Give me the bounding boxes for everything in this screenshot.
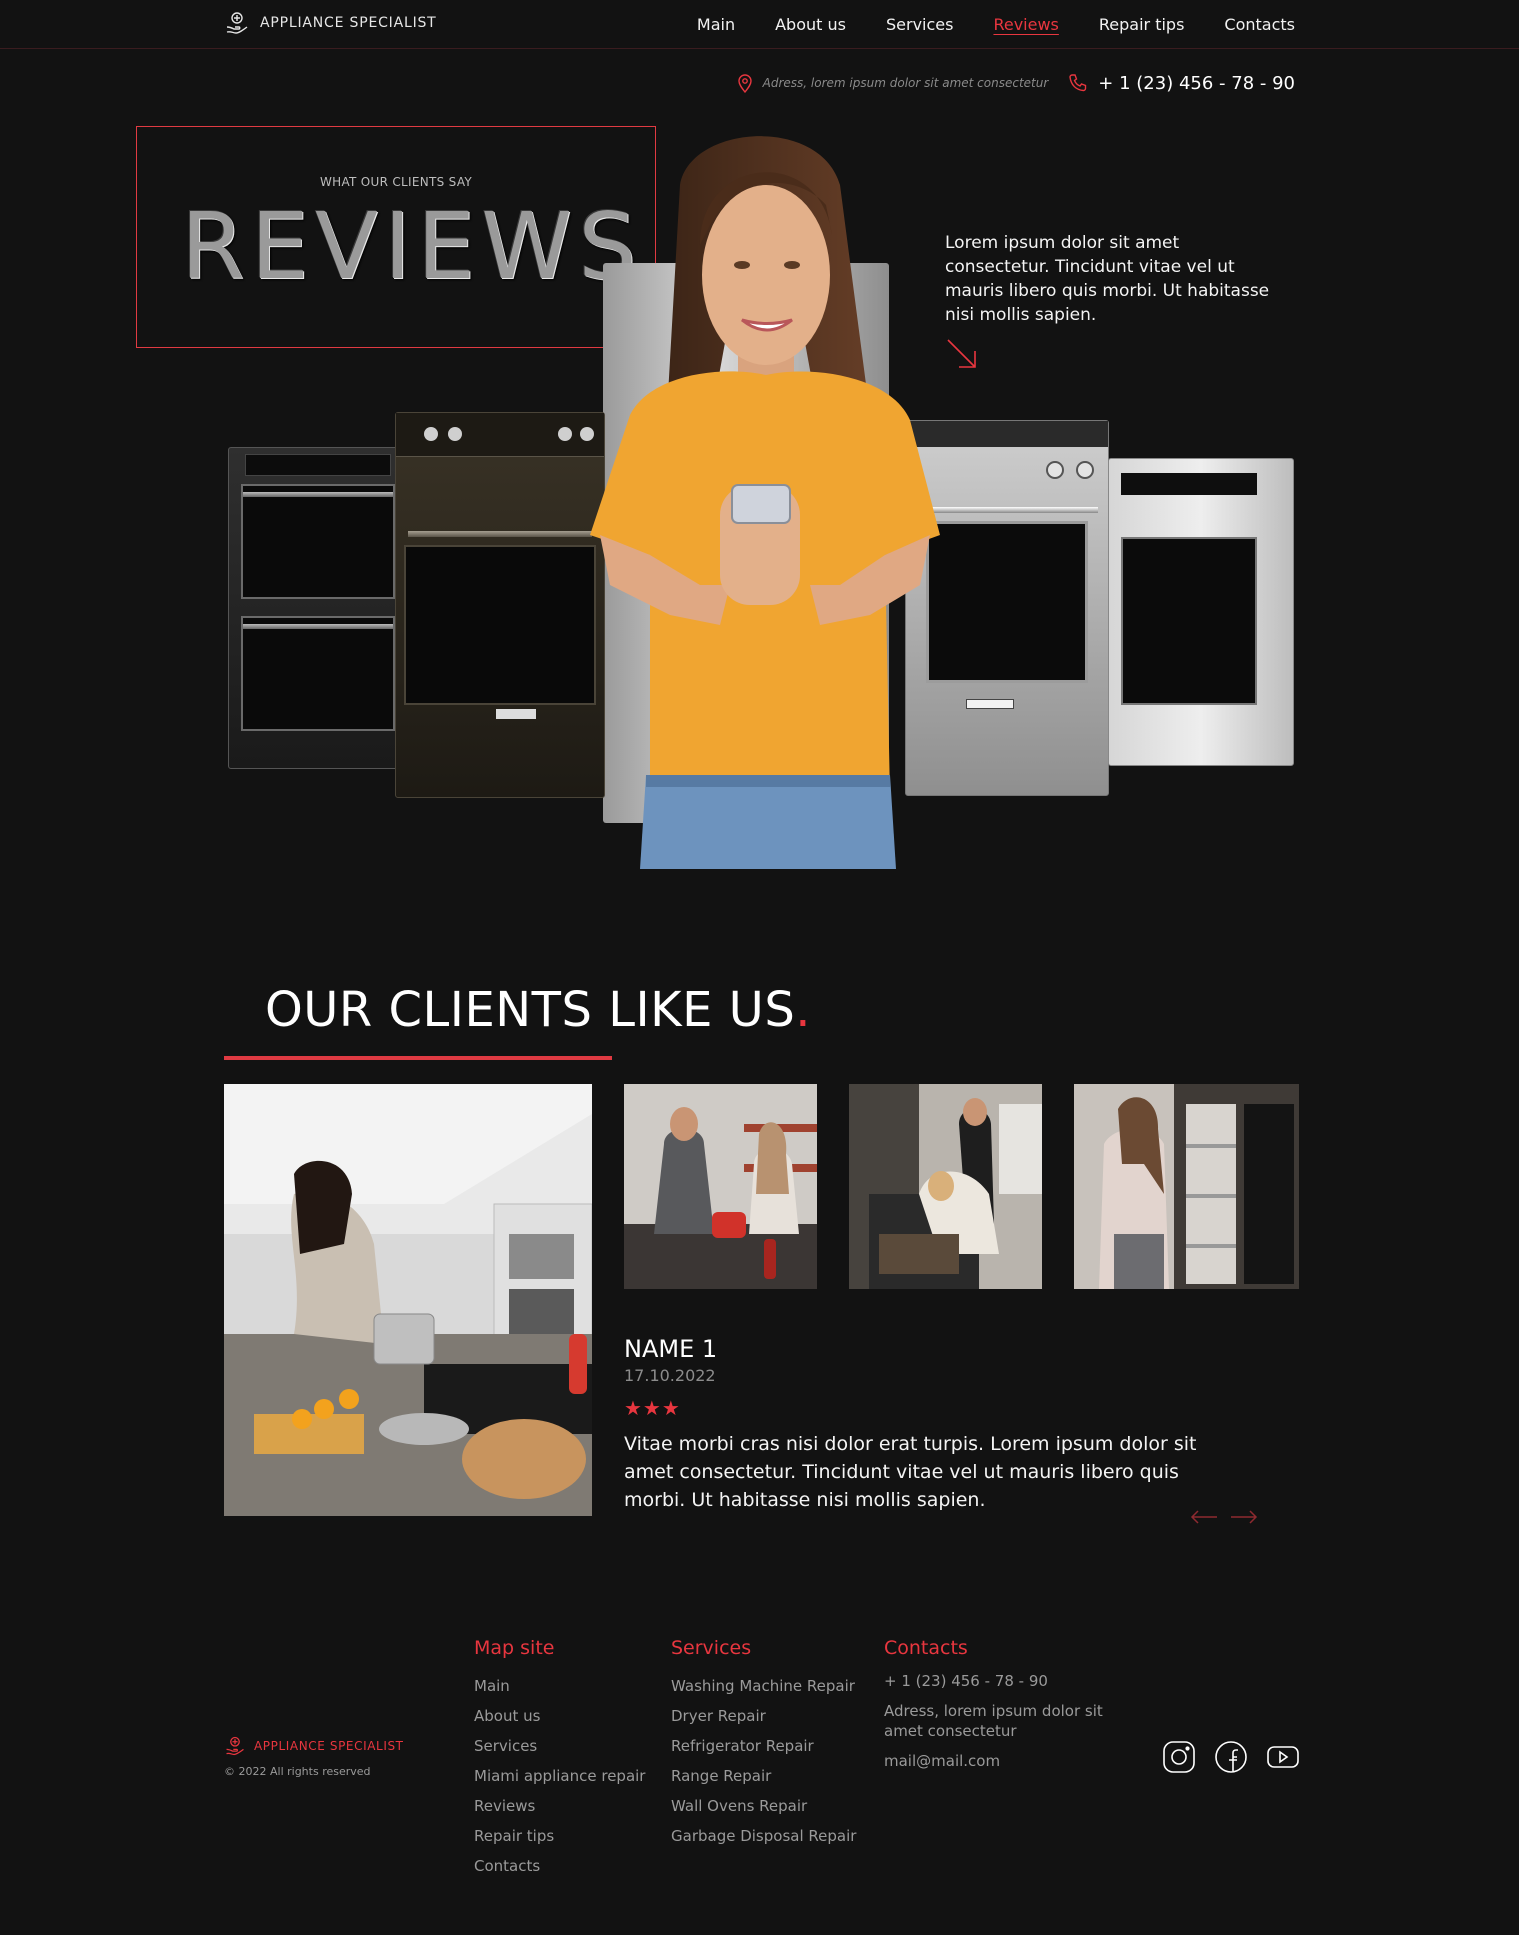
- hero-paragraph: Lorem ipsum dolor sit amet consectetur. …: [945, 233, 1270, 325]
- arrow-right-icon[interactable]: [1230, 1510, 1258, 1524]
- footer-copyright: © 2022 All rights reserved: [224, 1765, 371, 1778]
- review-rating-stars: ★★★: [624, 1396, 681, 1420]
- wall-oven-steel-image: [1108, 458, 1294, 766]
- header-address-text: Adress, lorem ipsum dolor sit amet conse…: [762, 76, 1049, 90]
- header-logo[interactable]: APPLIANCE SPECIALIST: [224, 10, 437, 36]
- clients-title-dot: .: [795, 982, 812, 1038]
- footer-address: Adress, lorem ipsum dolor sit amet conse…: [884, 1702, 1103, 1740]
- site-header: APPLIANCE SPECIALIST Main About us Servi…: [0, 0, 1519, 49]
- footer-service-link[interactable]: Range Repair: [671, 1761, 856, 1791]
- review-carousel-controls: [1190, 1510, 1258, 1524]
- youtube-icon[interactable]: [1266, 1740, 1300, 1774]
- footer-map-link[interactable]: Main: [474, 1671, 645, 1701]
- footer-email[interactable]: mail@mail.com: [884, 1751, 1134, 1771]
- nav-repair-tips[interactable]: Repair tips: [1099, 15, 1185, 34]
- footer-contacts: Contacts + 1 (23) 456 - 78 - 90 Adress, …: [884, 1637, 1134, 1781]
- logo-text: APPLIANCE SPECIALIST: [260, 15, 437, 31]
- footer-service-link[interactable]: Washing Machine Repair: [671, 1671, 856, 1701]
- header-phone-text: + 1 (23) 456 - 78 - 90: [1098, 72, 1295, 94]
- footer-map-title: Map site: [474, 1637, 555, 1659]
- location-pin-icon: [737, 74, 752, 93]
- footer-map-link[interactable]: Miami appliance repair: [474, 1761, 645, 1791]
- logo-hand-icon: [226, 12, 248, 34]
- social-links: [1162, 1740, 1300, 1774]
- nav-reviews[interactable]: Reviews: [993, 15, 1058, 34]
- arrow-left-icon[interactable]: [1190, 1510, 1218, 1524]
- clients-section-title: OUR CLIENTS LIKE US.: [265, 982, 811, 1038]
- facebook-icon[interactable]: [1214, 1740, 1248, 1774]
- nav-services[interactable]: Services: [886, 15, 953, 34]
- footer-map-link[interactable]: Contacts: [474, 1851, 645, 1881]
- footer-services-title: Services: [671, 1637, 752, 1659]
- phone-icon: [1069, 74, 1087, 92]
- footer-services: Services Washing Machine Repair Dryer Re…: [671, 1637, 856, 1851]
- review-author-name: NAME 1: [624, 1335, 718, 1363]
- footer-map-site: Map site Main About us Services Miami ap…: [474, 1637, 645, 1881]
- clients-title-text: OUR CLIENTS LIKE US: [265, 982, 796, 1038]
- contact-strip: Adress, lorem ipsum dolor sit amet conse…: [737, 70, 1295, 96]
- footer-logo[interactable]: APPLIANCE SPECIALIST: [224, 1735, 404, 1757]
- footer-map-link[interactable]: About us: [474, 1701, 645, 1731]
- footer-phone[interactable]: + 1 (23) 456 - 78 - 90: [884, 1671, 1134, 1691]
- clients-title-underline: [224, 1056, 612, 1060]
- footer-map-link[interactable]: Services: [474, 1731, 645, 1761]
- hero-text: Lorem ipsum dolor sit amet consectetur. …: [945, 231, 1285, 378]
- review-text: Vitae morbi cras nisi dolor erat turpis.…: [624, 1433, 1197, 1511]
- double-wall-oven-black-image: [228, 447, 408, 769]
- footer-map-link[interactable]: Reviews: [474, 1791, 645, 1821]
- woman-with-phone-image: [590, 136, 940, 869]
- header-phone[interactable]: + 1 (23) 456 - 78 - 90: [1068, 73, 1295, 94]
- footer-service-link[interactable]: Dryer Repair: [671, 1701, 856, 1731]
- footer-service-link[interactable]: Refrigerator Repair: [671, 1731, 856, 1761]
- review-thumb-woman-fridge[interactable]: [1074, 1084, 1299, 1289]
- footer-service-link[interactable]: Wall Ovens Repair: [671, 1791, 856, 1821]
- review-thumb-oven-check[interactable]: [849, 1084, 1042, 1289]
- footer-map-link[interactable]: Repair tips: [474, 1821, 645, 1851]
- footer-logo-text: APPLIANCE SPECIALIST: [254, 1739, 404, 1753]
- nav-contacts[interactable]: Contacts: [1224, 15, 1295, 34]
- footer-contacts-title: Contacts: [884, 1637, 968, 1659]
- review-main-photo: [224, 1084, 592, 1516]
- instagram-icon[interactable]: [1162, 1740, 1196, 1774]
- footer-service-link[interactable]: Garbage Disposal Repair: [671, 1821, 856, 1851]
- nav-main[interactable]: Main: [697, 15, 735, 34]
- nav-about-us[interactable]: About us: [775, 15, 846, 34]
- review-date: 17.10.2022: [624, 1366, 716, 1385]
- review-thumb-couple-cooking[interactable]: [624, 1084, 817, 1289]
- header-address[interactable]: Adress, lorem ipsum dolor sit amet conse…: [737, 73, 1049, 93]
- logo-hand-icon: [226, 1736, 244, 1756]
- main-nav: Main About us Services Reviews Repair ti…: [697, 0, 1295, 48]
